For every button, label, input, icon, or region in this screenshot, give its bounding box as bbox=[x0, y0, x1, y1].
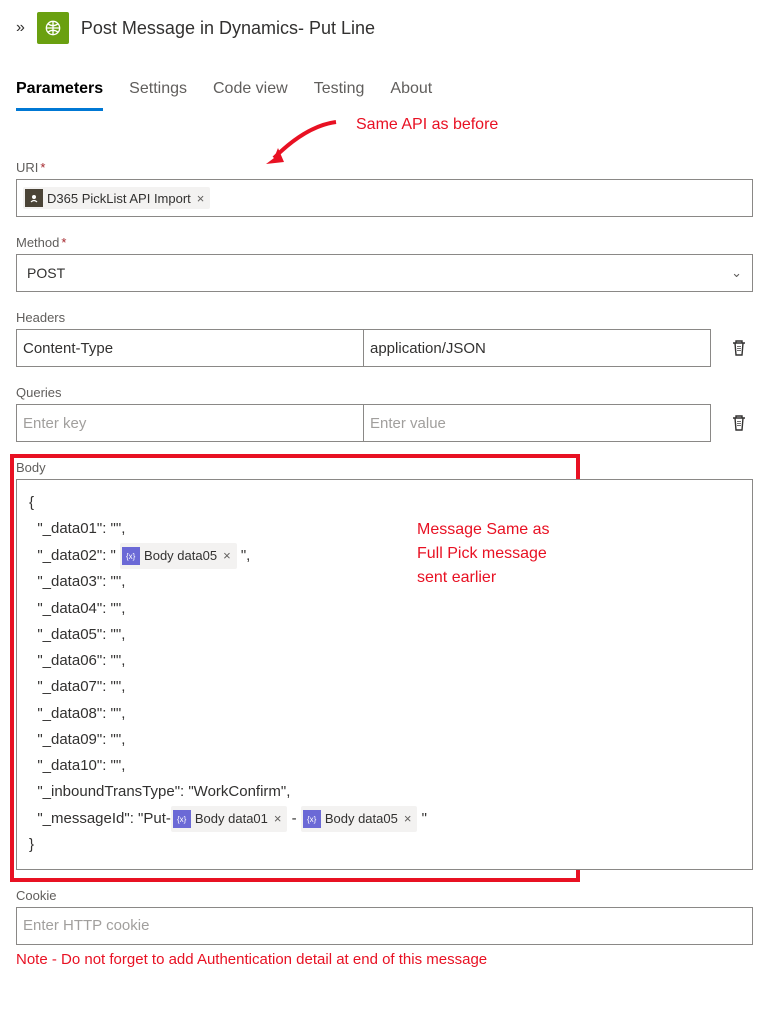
remove-token-icon[interactable]: × bbox=[223, 545, 231, 568]
query-key-input[interactable]: Enter key bbox=[16, 404, 363, 442]
header-key-input[interactable]: Content-Type bbox=[16, 329, 363, 367]
annotation-body-3: sent earlier bbox=[417, 564, 496, 592]
chevron-down-icon: ⌄ bbox=[731, 265, 742, 281]
body-token-data01[interactable]: {x} Body data01 × bbox=[171, 806, 288, 833]
uri-input[interactable]: D365 PickList API Import × bbox=[16, 179, 753, 217]
tab-settings[interactable]: Settings bbox=[129, 72, 187, 111]
body-text: "_inboundTransType": "WorkConfirm", bbox=[29, 779, 740, 805]
body-text: "_data08": "", bbox=[29, 701, 740, 727]
delete-header-button[interactable] bbox=[725, 334, 753, 362]
body-token-data05-b[interactable]: {x} Body data05 × bbox=[301, 806, 418, 833]
body-text: "_data10": "", bbox=[29, 753, 740, 779]
tab-code-view[interactable]: Code view bbox=[213, 72, 288, 111]
tab-testing[interactable]: Testing bbox=[314, 72, 365, 111]
header-value-input[interactable]: application/JSON bbox=[363, 329, 711, 367]
delete-query-button[interactable] bbox=[725, 409, 753, 437]
cookie-input[interactable] bbox=[23, 917, 746, 934]
cookie-label: Cookie bbox=[16, 888, 753, 903]
remove-token-icon[interactable]: × bbox=[197, 191, 205, 206]
svg-text:{x}: {x} bbox=[126, 552, 136, 561]
collapse-panel-button[interactable]: » bbox=[16, 19, 25, 37]
body-text: "_data04": "", bbox=[29, 596, 740, 622]
cookie-input-wrapper bbox=[16, 907, 753, 945]
svg-text:{x}: {x} bbox=[307, 815, 317, 824]
svg-text:{x}: {x} bbox=[177, 815, 187, 824]
method-label: Method* bbox=[16, 235, 753, 250]
annotation-arrow bbox=[256, 114, 346, 174]
dynamic-content-icon: {x} bbox=[173, 810, 191, 828]
body-text: "_data07": "", bbox=[29, 674, 740, 700]
body-text: "_data03": "", bbox=[29, 569, 740, 595]
tab-about[interactable]: About bbox=[390, 72, 432, 111]
connector-icon bbox=[37, 12, 69, 44]
action-title: Post Message in Dynamics- Put Line bbox=[81, 18, 375, 39]
remove-token-icon[interactable]: × bbox=[404, 808, 412, 831]
annotation-note: Note - Do not forget to add Authenticati… bbox=[16, 951, 753, 968]
body-text: { bbox=[29, 490, 740, 516]
body-text: "_data05": "", bbox=[29, 622, 740, 648]
dynamic-content-icon: {x} bbox=[303, 810, 321, 828]
tabs-bar: Parameters Settings Code view Testing Ab… bbox=[16, 72, 753, 112]
dynamic-content-icon: {x} bbox=[122, 547, 140, 565]
body-label: Body bbox=[16, 460, 753, 475]
tab-parameters[interactable]: Parameters bbox=[16, 72, 103, 111]
body-text: "_data06": "", bbox=[29, 648, 740, 674]
query-value-input[interactable]: Enter value bbox=[363, 404, 711, 442]
body-text: "_data09": "", bbox=[29, 727, 740, 753]
body-text: "_messageId": "Put- {x} Body data01 × - … bbox=[29, 806, 740, 833]
uri-token-label: D365 PickList API Import bbox=[47, 191, 191, 206]
method-value: POST bbox=[27, 265, 65, 281]
remove-token-icon[interactable]: × bbox=[274, 808, 282, 831]
body-token-data05[interactable]: {x} Body data05 × bbox=[120, 543, 237, 570]
headers-label: Headers bbox=[16, 310, 753, 325]
body-text: "_data02": " {x} Body data05 × ", bbox=[29, 543, 740, 570]
uri-label: URI* bbox=[16, 160, 753, 175]
variable-icon bbox=[25, 189, 43, 207]
body-input[interactable]: Message Same as Full Pick message sent e… bbox=[16, 479, 753, 870]
uri-token[interactable]: D365 PickList API Import × bbox=[23, 187, 210, 209]
annotation-same-api: Same API as before bbox=[356, 116, 498, 134]
body-text: "_data01": "", bbox=[29, 516, 740, 542]
method-select[interactable]: POST ⌄ bbox=[16, 254, 753, 292]
body-text: } bbox=[29, 832, 740, 858]
queries-label: Queries bbox=[16, 385, 753, 400]
